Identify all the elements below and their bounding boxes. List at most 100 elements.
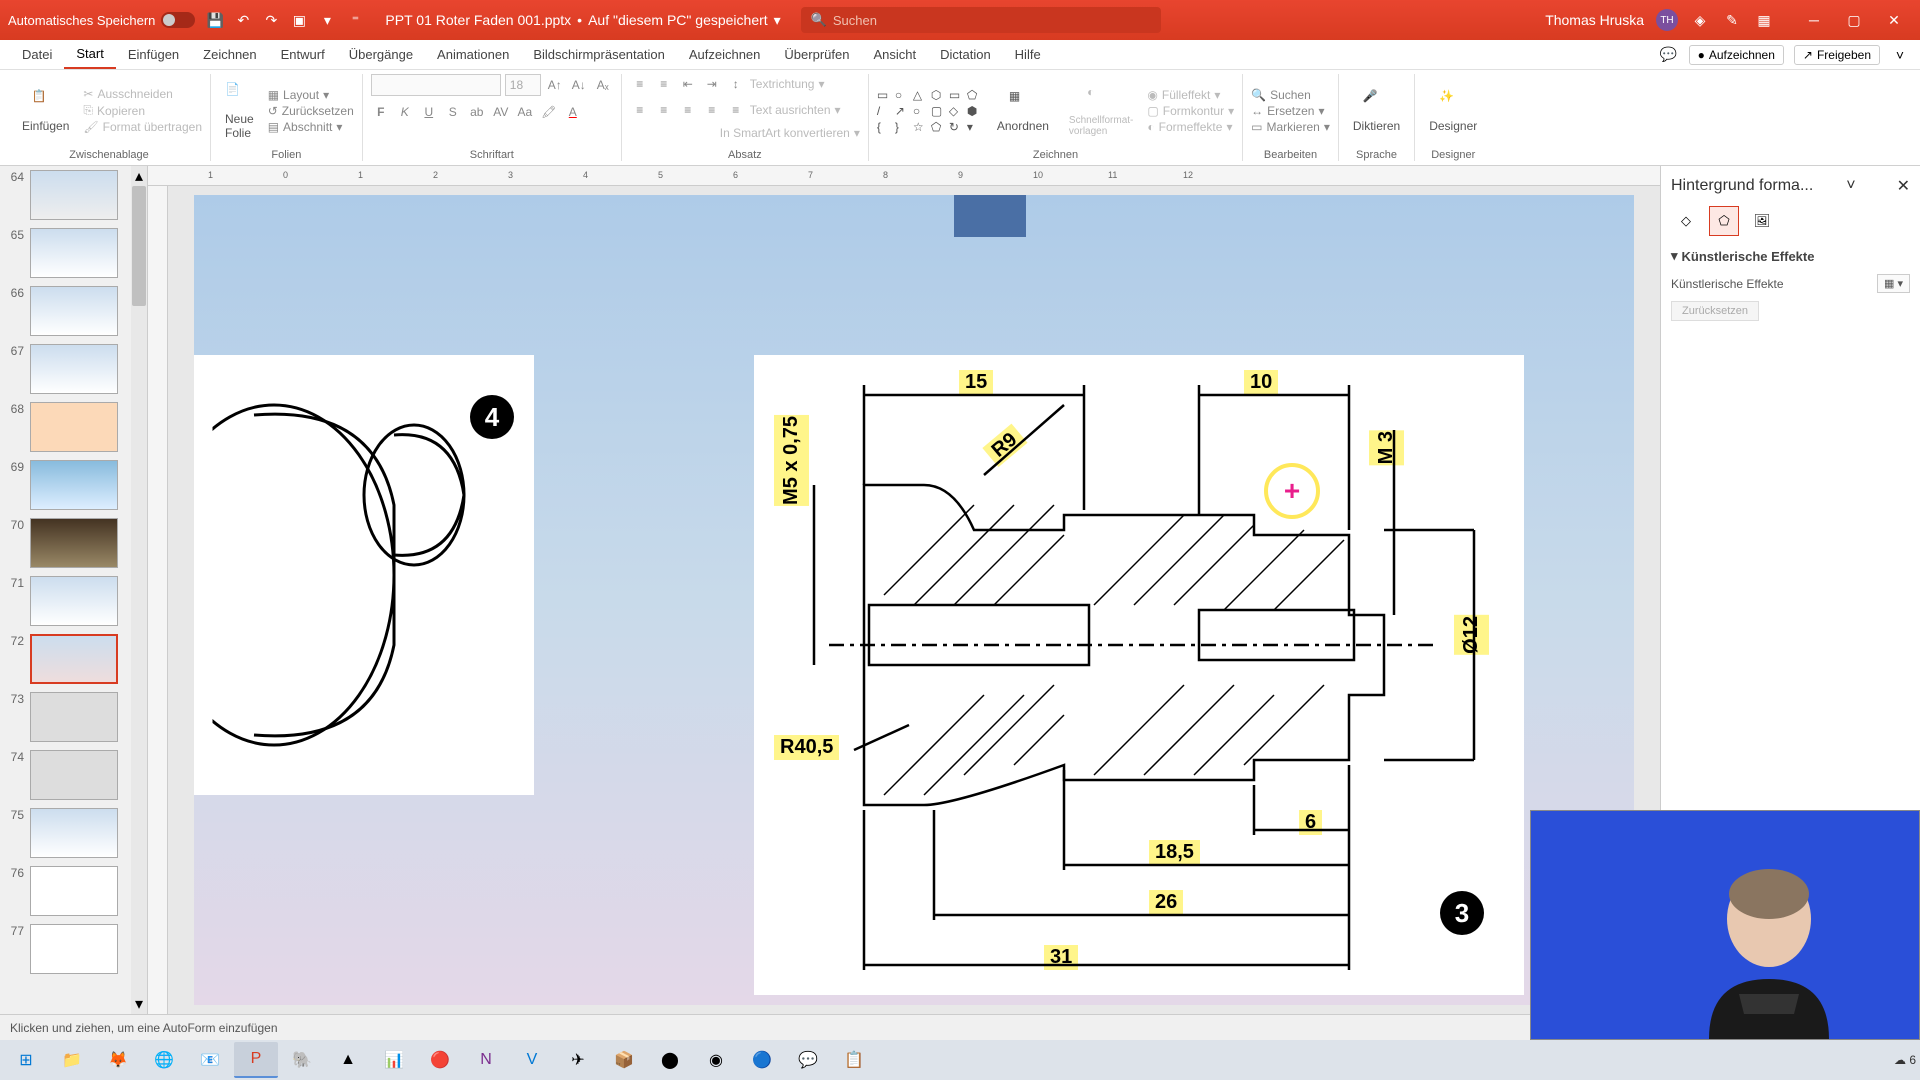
font-color-icon[interactable]: A	[563, 102, 583, 122]
tab-einfuegen[interactable]: Einfügen	[116, 40, 191, 69]
tab-bildschirm[interactable]: Bildschirmpräsentation	[521, 40, 677, 69]
shape-icon[interactable]: ⬠	[931, 120, 947, 134]
autosave-toggle[interactable]: Automatisches Speichern	[8, 12, 195, 28]
select-button[interactable]: ▭ Markieren ▾	[1251, 120, 1330, 134]
dictate-button[interactable]: 🎤 Diktieren	[1347, 85, 1406, 137]
shape-icon[interactable]: ▾	[967, 120, 983, 134]
aufzeichnen-button[interactable]: ● Aufzeichnen	[1689, 45, 1784, 65]
user-avatar[interactable]: TH	[1656, 9, 1678, 31]
tab-ansicht[interactable]: Ansicht	[861, 40, 928, 69]
app-icon-2[interactable]: 📊	[372, 1042, 416, 1078]
shape-icon[interactable]: ○	[895, 88, 911, 102]
drawing-panel-3[interactable]: 15 10 M 3 M5 x 0,75 R9 R40,5 6 18,5 26 3…	[754, 355, 1524, 995]
text-direction-button[interactable]: Textrichtung ▾	[750, 74, 825, 94]
clear-format-icon[interactable]: Aₓ	[593, 75, 613, 95]
highlight-icon[interactable]: 🖍	[539, 102, 559, 122]
justify-icon[interactable]: ≡	[702, 100, 722, 120]
align-center-icon[interactable]: ≡	[654, 100, 674, 120]
more-icon[interactable]: ⁼	[345, 10, 365, 30]
app-icon-8[interactable]: 💬	[786, 1042, 830, 1078]
app-icon-9[interactable]: 📋	[832, 1042, 876, 1078]
section-header[interactable]: ▾ Künstlerische Effekte	[1671, 248, 1910, 264]
thumb-64[interactable]: 64	[0, 166, 147, 224]
numbering-icon[interactable]: ≡	[654, 74, 674, 94]
indent-left-icon[interactable]: ⇤	[678, 74, 698, 94]
new-slide-button[interactable]: 📄 Neue Folie	[219, 78, 260, 144]
increase-font-icon[interactable]: A↑	[545, 75, 565, 95]
scroll-handle[interactable]	[132, 186, 146, 306]
thumb-66[interactable]: 66	[0, 282, 147, 340]
align-right-icon[interactable]: ≡	[678, 100, 698, 120]
bullets-icon[interactable]: ≡	[630, 74, 650, 94]
columns-icon[interactable]: ≡	[726, 100, 746, 120]
shape-icon[interactable]: ⬠	[967, 88, 983, 102]
dropdown-icon[interactable]: ▾	[317, 10, 337, 30]
app-icon-5[interactable]: ⬤	[648, 1042, 692, 1078]
tab-entwurf[interactable]: Entwurf	[269, 40, 337, 69]
reset-button[interactable]: Zurücksetzen	[1671, 301, 1759, 321]
shape-icon[interactable]: ↻	[949, 120, 965, 134]
tab-ueberpruefen[interactable]: Überprüfen	[772, 40, 861, 69]
shape-icon[interactable]: ☆	[913, 120, 929, 134]
shape-icon[interactable]: ⬢	[967, 104, 983, 118]
scroll-down-icon[interactable]: ▾	[131, 994, 147, 1014]
thumb-73[interactable]: 73	[0, 688, 147, 746]
underline-icon[interactable]: U	[419, 102, 439, 122]
thumb-67[interactable]: 67	[0, 340, 147, 398]
thumb-scrollbar[interactable]: ▴ ▾	[131, 166, 147, 1014]
thumb-77[interactable]: 77	[0, 920, 147, 978]
search-input[interactable]: 🔍 Suchen	[801, 7, 1161, 33]
explorer-icon[interactable]: 📁	[50, 1042, 94, 1078]
minimize-button[interactable]: ─	[1796, 6, 1832, 34]
slide-editor[interactable]: 10 12 34 56 78 910 1112	[148, 166, 1660, 1014]
shape-icon[interactable]: /	[877, 104, 893, 118]
drawing-panel-4[interactable]: 4	[194, 355, 534, 795]
reset-button[interactable]: ↺ Zurücksetzen	[268, 104, 354, 118]
tab-dictation[interactable]: Dictation	[928, 40, 1003, 69]
shape-icon[interactable]: ▭	[877, 88, 893, 102]
save-icon[interactable]: 💾	[205, 10, 225, 30]
scroll-up-icon[interactable]: ▴	[131, 166, 147, 186]
tab-uebergaenge[interactable]: Übergänge	[337, 40, 425, 69]
present-icon[interactable]: ▣	[289, 10, 309, 30]
effects-tab-icon[interactable]: ⬠	[1709, 206, 1739, 236]
strike-icon[interactable]: S	[443, 102, 463, 122]
picture-tab-icon[interactable]: 🖼	[1747, 206, 1777, 236]
app-icon-1[interactable]: 🐘	[280, 1042, 324, 1078]
thumb-71[interactable]: 71	[0, 572, 147, 630]
app-icon[interactable]: ▦	[1754, 10, 1774, 30]
tab-hilfe[interactable]: Hilfe	[1003, 40, 1053, 69]
shape-icon[interactable]: ↗	[895, 104, 911, 118]
thumb-72[interactable]: 72	[0, 630, 147, 688]
document-title[interactable]: PPT 01 Roter Faden 001.pptx • Auf "diese…	[385, 12, 780, 29]
layout-button[interactable]: ▦ Layout ▾	[268, 88, 354, 102]
fill-button[interactable]: ◉ Fülleffekt ▾	[1147, 88, 1234, 102]
comments-icon[interactable]: 💬	[1659, 45, 1679, 65]
fill-tab-icon[interactable]: ◇	[1671, 206, 1701, 236]
thumb-75[interactable]: 75	[0, 804, 147, 862]
app-icon-3[interactable]: 🔴	[418, 1042, 462, 1078]
app-icon-4[interactable]: 📦	[602, 1042, 646, 1078]
section-button[interactable]: ▤ Abschnitt ▾	[268, 120, 354, 134]
shape-icon[interactable]: {	[877, 120, 893, 134]
copy-button[interactable]: ⎘ Kopieren	[83, 103, 202, 118]
shapes-gallery[interactable]: ▭○△⬡▭⬠ /↗○▢◇⬢ {}☆⬠↻▾	[877, 88, 983, 134]
app-icon-7[interactable]: 🔵	[740, 1042, 784, 1078]
effect-dropdown[interactable]: ▦ ▾	[1877, 274, 1910, 293]
vlc-icon[interactable]: ▲	[326, 1042, 370, 1078]
align-left-icon[interactable]: ≡	[630, 100, 650, 120]
chrome-icon[interactable]: 🌐	[142, 1042, 186, 1078]
spacing-icon[interactable]: AV	[491, 102, 511, 122]
font-size-select[interactable]: 18	[505, 74, 541, 96]
panel-options-icon[interactable]: ˅	[1846, 177, 1855, 195]
text-align-button[interactable]: Text ausrichten ▾	[750, 100, 841, 120]
panel-close-icon[interactable]: ✕	[1897, 176, 1910, 196]
close-button[interactable]: ✕	[1876, 6, 1912, 34]
shape-icon[interactable]: ○	[913, 104, 929, 118]
chevron-down-icon[interactable]: ▾	[774, 12, 781, 29]
bold-icon[interactable]: F	[371, 102, 391, 122]
font-family-select[interactable]	[371, 74, 501, 96]
thumb-68[interactable]: 68	[0, 398, 147, 456]
freigeben-button[interactable]: ↗ Freigeben	[1794, 45, 1880, 65]
shape-icon[interactable]: ▢	[931, 104, 947, 118]
